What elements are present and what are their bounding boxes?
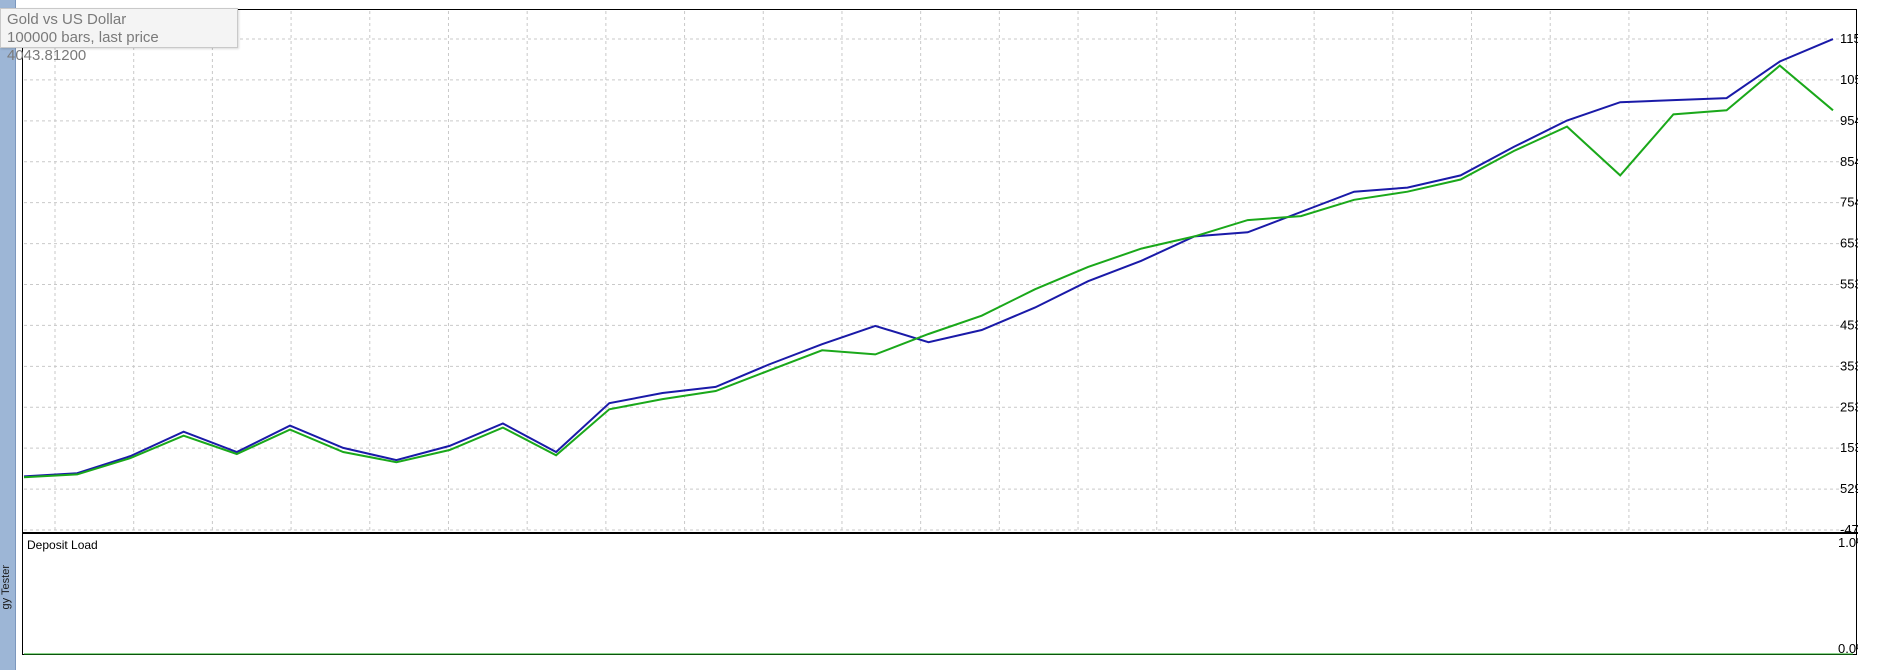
y-tick-label: 153147: [1840, 440, 1858, 455]
chart-area[interactable]: 115474 105458 954424 854264 754105 653945 5537…: [22, 9, 1858, 656]
y-tick-label: 653945: [1840, 236, 1858, 251]
y-tick-label: 754105: [1840, 195, 1858, 210]
y-tick-label: 854264: [1840, 154, 1858, 169]
y-tick-label: 115474: [1840, 31, 1858, 46]
balance-line: [23, 38, 1834, 478]
y-tick-label: 553785: [1840, 277, 1858, 292]
equity-line: [23, 64, 1834, 479]
symbol-subtitle: 100000 bars, last price 4043.81200: [7, 29, 159, 64]
y-tick-label: 954424: [1840, 113, 1858, 128]
y-tick-label: 253306: [1840, 399, 1858, 414]
y-tick-label: 52987: [1840, 481, 1858, 496]
symbol-info-box: Gold vs US Dollar 100000 bars, last pric…: [0, 8, 238, 64]
y-tick-label: 453626: [1840, 317, 1858, 332]
side-panel-label: gy Tester: [0, 565, 12, 610]
y-tick-label: 105458: [1840, 72, 1858, 87]
chart-canvas[interactable]: 115474 105458 954424 854264 754105 653945 5537…: [23, 10, 1858, 656]
symbol-title: Gold vs US Dollar: [7, 11, 127, 28]
y-tick-label: 353466: [1840, 358, 1858, 373]
deposit-load-max-label: 1.0%: [1838, 535, 1858, 550]
strategy-tester-side-panel[interactable]: gy Tester: [0, 0, 16, 670]
deposit-load-label: Deposit Load: [27, 538, 98, 552]
